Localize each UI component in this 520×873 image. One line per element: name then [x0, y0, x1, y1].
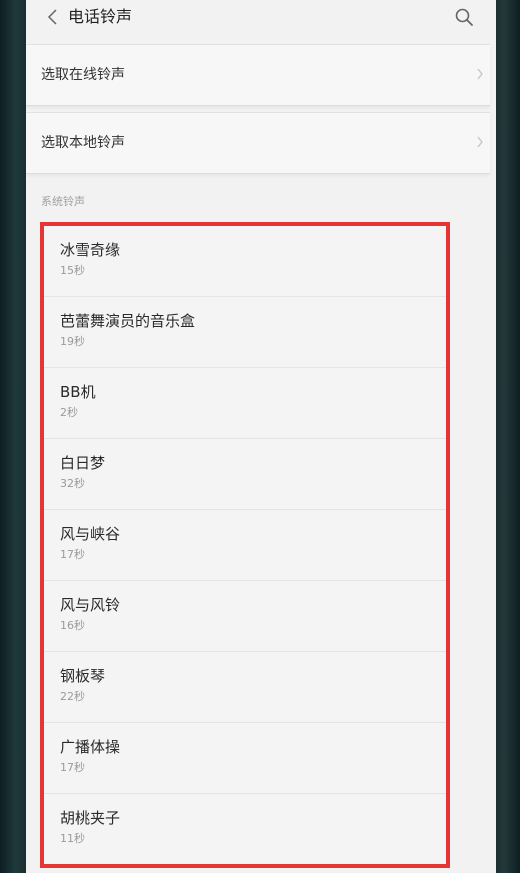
header-bar: 电话铃声	[26, 0, 496, 36]
select-online-ringtone[interactable]: 选取在线铃声	[26, 44, 490, 106]
ringtone-item[interactable]: 钢板琴 22秒	[44, 652, 446, 723]
ringtone-duration: 2秒	[60, 406, 78, 419]
local-ringtone-label: 选取本地铃声	[41, 135, 125, 151]
page-title: 电话铃声	[68, 7, 133, 26]
ringtone-duration: 11秒	[60, 832, 85, 845]
ringtone-duration: 16秒	[60, 619, 85, 632]
ringtone-name: BB机	[60, 383, 96, 401]
chevron-right-icon	[477, 136, 483, 148]
select-local-ringtone[interactable]: 选取本地铃声	[26, 112, 490, 174]
ringtone-list-highlight: 冰雪奇缘 15秒 芭蕾舞演员的音乐盒 19秒 BB机 2秒 白日梦 32秒 风与…	[40, 222, 450, 868]
ringtone-duration: 15秒	[60, 264, 85, 277]
chevron-right-icon	[477, 68, 483, 80]
ringtone-item[interactable]: 风与峡谷 17秒	[44, 510, 446, 581]
phone-screen: 电话铃声 选取在线铃声 选取本地铃声 系统铃声 冰雪奇缘 15秒 芭蕾舞演员的音…	[26, 0, 496, 873]
ringtone-duration: 32秒	[60, 477, 85, 490]
ringtone-item[interactable]: 广播体操 17秒	[44, 723, 446, 794]
ringtone-duration: 17秒	[60, 548, 85, 561]
ringtone-name: 芭蕾舞演员的音乐盒	[60, 312, 196, 330]
ringtone-item[interactable]: BB机 2秒	[44, 368, 446, 439]
ringtone-name: 冰雪奇缘	[60, 241, 121, 259]
ringtone-duration: 19秒	[60, 335, 85, 348]
ringtone-name: 钢板琴	[60, 667, 106, 685]
ringtone-duration: 22秒	[60, 690, 85, 703]
ringtone-name: 风与风铃	[60, 596, 121, 614]
online-ringtone-label: 选取在线铃声	[41, 67, 125, 83]
ringtone-item[interactable]: 风与风铃 16秒	[44, 581, 446, 652]
ringtone-name: 广播体操	[60, 738, 121, 756]
ringtone-item[interactable]: 芭蕾舞演员的音乐盒 19秒	[44, 297, 446, 368]
ringtone-name: 胡桃夹子	[60, 809, 121, 827]
ringtone-duration: 17秒	[60, 761, 85, 774]
chevron-left-icon[interactable]	[46, 8, 60, 26]
search-icon[interactable]	[454, 7, 474, 27]
ringtone-name: 风与峡谷	[60, 525, 121, 543]
ringtone-item[interactable]: 冰雪奇缘 15秒	[44, 226, 446, 297]
ringtone-name: 白日梦	[60, 454, 106, 472]
system-ringtones-section-label: 系统铃声	[41, 195, 85, 208]
ringtone-item[interactable]: 白日梦 32秒	[44, 439, 446, 510]
ringtone-item[interactable]: 胡桃夹子 11秒	[44, 794, 446, 865]
